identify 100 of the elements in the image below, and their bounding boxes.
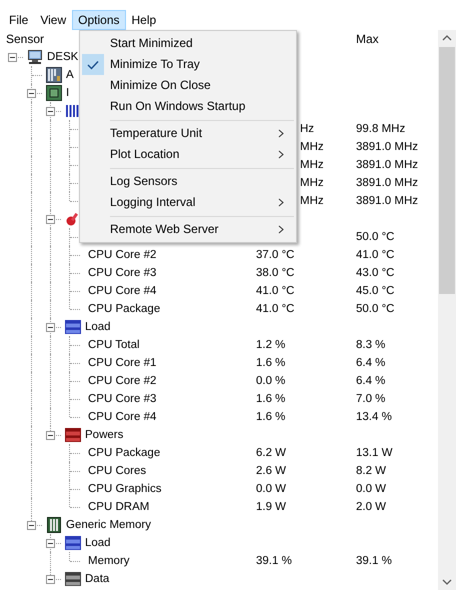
- sensor-max: 13.1 W: [356, 447, 392, 459]
- menu-item[interactable]: Run On Windows Startup: [80, 96, 296, 117]
- sensor-max: 3891.0 MHz: [356, 159, 418, 171]
- pin-icon: [65, 211, 81, 227]
- sensor-value: 0.0 W: [256, 483, 286, 495]
- sensor-max: 2.0 W: [356, 501, 386, 513]
- sensor-group: Load: [85, 318, 111, 336]
- sensor-max: 7.0 %: [356, 393, 386, 405]
- sensor-name: CPU Core #2: [88, 374, 156, 389]
- sensor-value: 41.0 °C: [256, 285, 294, 297]
- expand-toggle[interactable]: [46, 215, 55, 224]
- sensor-max: 6.4 %: [356, 375, 386, 387]
- expand-toggle[interactable]: [46, 107, 55, 116]
- sensor-name: CPU Package: [88, 302, 160, 317]
- column-header[interactable]: Max: [350, 30, 379, 48]
- sensor-name: CPU Package: [88, 446, 160, 461]
- chevron-icon: [278, 129, 284, 138]
- sensor-value: Hz: [300, 123, 314, 135]
- sensor-max: 50.0 °C: [356, 231, 394, 243]
- sensor-name: CPU Total: [88, 338, 140, 353]
- sensor-group: Powers: [85, 426, 124, 444]
- expand-toggle[interactable]: [46, 575, 55, 584]
- stacked-bars-icon: [65, 319, 81, 335]
- menu-item[interactable]: Logging Interval: [80, 192, 296, 213]
- sensor-max: 13.4 %: [356, 411, 392, 423]
- chip-icon: [46, 85, 62, 101]
- check-icon: [87, 60, 99, 70]
- sensor-max: 3891.0 MHz: [356, 177, 418, 189]
- sensor-max: 0.0 W: [356, 483, 386, 495]
- menu-bar-item[interactable]: Options: [72, 10, 126, 30]
- menu-item[interactable]: Temperature Unit: [80, 123, 296, 144]
- sensor-value: 6.2 W: [256, 447, 286, 459]
- sensor-value: 1.6 %: [256, 357, 286, 369]
- sensor-max: 39.1 %: [356, 555, 392, 567]
- sensor-name: Memory: [88, 554, 130, 569]
- sensor-name: CPU Core #4: [88, 284, 156, 299]
- sensor-value: 1.6 %: [256, 393, 286, 405]
- sensor-group: DESK: [47, 48, 78, 66]
- sensor-value: 2.6 W: [256, 465, 286, 477]
- menu-item[interactable]: Plot Location: [80, 144, 296, 165]
- sensor-max: 43.0 °C: [356, 267, 394, 279]
- sensor-value: 1.9 W: [256, 501, 286, 513]
- computer-icon: [27, 49, 43, 65]
- sensor-name: CPU Core #4: [88, 410, 156, 425]
- sensor-value: 38.0 °C: [256, 267, 294, 279]
- sensor-value: 1.2 %: [256, 339, 286, 351]
- menu-item[interactable]: Minimize On Close: [80, 75, 296, 96]
- bars-icon: [65, 103, 81, 119]
- expand-toggle[interactable]: [46, 539, 55, 548]
- expand-toggle[interactable]: [46, 323, 55, 332]
- sensor-max: 8.2 W: [356, 465, 386, 477]
- menu-bar-item[interactable]: View: [34, 10, 72, 30]
- sensor-value: 1.6 %: [256, 411, 286, 423]
- chevron-icon: [278, 150, 284, 159]
- stacked-bars-icon: [65, 535, 81, 551]
- menu-bar-item[interactable]: File: [3, 10, 34, 30]
- menu-item[interactable]: Remote Web Server: [80, 219, 296, 240]
- sensor-name: CPU Core #3: [88, 266, 156, 281]
- sensor-max: 99.8 MHz: [356, 123, 406, 135]
- sensor-max: 8.3 %: [356, 339, 386, 351]
- stacked-bars-icon: [65, 571, 81, 587]
- sensor-value: MHz: [300, 195, 324, 207]
- scrollbar-thumb[interactable]: [439, 47, 455, 294]
- sensor-value: MHz: [300, 177, 324, 189]
- sensor-value: MHz: [300, 159, 324, 171]
- sensor-name: CPU Core #1: [88, 356, 156, 371]
- memory-chip-icon: [46, 517, 62, 533]
- chevron-icon: [278, 225, 284, 234]
- sensor-group: I: [66, 84, 70, 102]
- sensor-group: Generic Memory: [66, 516, 151, 534]
- sensor-name: CPU Graphics: [88, 482, 162, 497]
- sensor-group: Load: [85, 534, 111, 552]
- scrollbar[interactable]: [438, 30, 456, 590]
- sensor-max: 41.0 °C: [356, 249, 394, 261]
- stacked-bars-icon: [65, 427, 81, 443]
- sensor-name: CPU Core #3: [88, 392, 156, 407]
- sensor-max: 3891.0 MHz: [356, 141, 418, 153]
- menu-item[interactable]: Minimize To Tray: [80, 54, 296, 75]
- sensor-value: 41.0 °C: [256, 303, 294, 315]
- sensor-name: CPU Core #2: [88, 248, 156, 263]
- sensor-max: 6.4 %: [356, 357, 386, 369]
- sensor-group: A: [66, 66, 74, 84]
- sensor-value: 37.0 °C: [256, 249, 294, 261]
- sensor-value: MHz: [300, 141, 324, 153]
- menu-bar-item[interactable]: Help: [126, 10, 162, 30]
- sensor-group: Data: [85, 570, 110, 588]
- expand-toggle[interactable]: [27, 521, 36, 530]
- expand-toggle[interactable]: [46, 431, 55, 440]
- expand-toggle[interactable]: [8, 53, 17, 62]
- sensor-name: CPU Cores: [88, 464, 146, 479]
- sensor-max: 50.0 °C: [356, 303, 394, 315]
- sensor-max: 3891.0 MHz: [356, 195, 418, 207]
- menu-item[interactable]: Log Sensors: [80, 171, 296, 192]
- sensor-value: 0.0 %: [256, 375, 286, 387]
- circuit-board-icon: [46, 67, 62, 83]
- menu-item[interactable]: Start Minimized: [80, 33, 296, 54]
- sensor-value: 39.1 %: [256, 555, 292, 567]
- chevron-icon: [278, 198, 284, 207]
- expand-toggle[interactable]: [27, 89, 36, 98]
- sensor-max: 45.0 °C: [356, 285, 394, 297]
